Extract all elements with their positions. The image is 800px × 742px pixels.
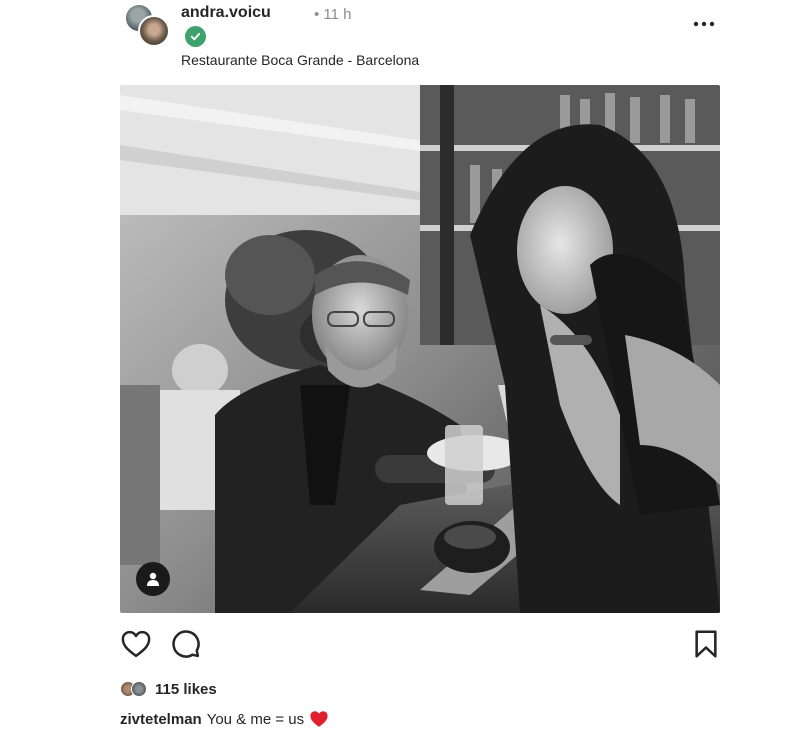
bookmark-icon[interactable] [690, 628, 722, 660]
avatar [131, 681, 147, 697]
avatar[interactable] [138, 15, 170, 47]
caption-text: You & me = us [206, 710, 305, 728]
post-actions [120, 628, 720, 664]
comment-bubble-icon[interactable] [170, 628, 202, 660]
more-horizontal-icon[interactable] [692, 12, 716, 36]
avatar-stack[interactable] [124, 3, 170, 47]
post-time[interactable]: • 11 h [314, 6, 352, 23]
post-location[interactable]: Restaurante Boca Grande - Barcelona [181, 52, 419, 68]
caption: zivtetelman You & me = us [120, 710, 329, 728]
likes-count[interactable]: 115 likes [155, 681, 217, 698]
heart-outline-icon[interactable] [120, 628, 152, 660]
red-heart-icon [310, 711, 328, 727]
post-header: andra.voicu • 11 h Restaurante Boca Gran… [120, 0, 720, 80]
photo-image [120, 85, 720, 613]
post-photo[interactable] [120, 85, 720, 613]
post-username[interactable]: andra.voicu [181, 4, 271, 22]
likes-row[interactable]: 115 likes [120, 678, 217, 700]
caption-username[interactable]: zivtetelman [120, 711, 202, 728]
verified-check-icon [185, 26, 206, 47]
user-tag-icon[interactable] [136, 562, 170, 596]
